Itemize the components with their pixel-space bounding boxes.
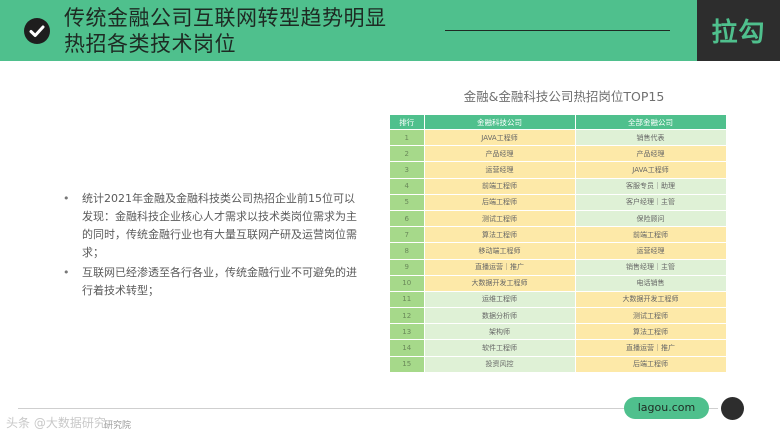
fintech-cell: 运营经理: [424, 161, 576, 179]
table-row: 3 运营经理 JAVA工程师: [390, 161, 727, 179]
all-finance-cell: 运营经理: [575, 242, 727, 259]
bullet-dot-icon: •: [63, 192, 70, 205]
table-row: 11 运维工程师 大数据开发工程师: [390, 290, 727, 308]
bullet-list: • 统计2021年金融及金融科技类公司热招企业前15位可以发现：金融科技企业核心人…: [60, 190, 360, 302]
ranking-table: 排行 金融科技公司 全部金融公司 1 JAVA工程师 销售代表 2 产品经理 产品经理 3 运…: [390, 115, 727, 372]
fintech-cell: 前端工程师: [424, 177, 576, 195]
footer-dot-icon: [721, 397, 744, 420]
fintech-cell: 移动端工程师: [424, 242, 576, 259]
page-title: 传统金融公司互联网转型趋势明显 热招各类技术岗位: [64, 5, 424, 57]
table-row: 6 测试工程师 保险顾问: [390, 209, 727, 227]
check-circle-icon: [24, 18, 50, 44]
rank-cell: 8: [390, 242, 425, 259]
brand-logo: 拉勾: [697, 0, 780, 61]
site-url-badge[interactable]: lagou.com: [624, 397, 709, 419]
fintech-cell: 测试工程师: [424, 209, 576, 227]
all-finance-cell: 电话销售: [575, 274, 727, 292]
fintech-cell: 产品经理: [424, 145, 576, 162]
fintech-cell: 运维工程师: [424, 290, 576, 308]
table-row: 4 前端工程师 客服专员｜助理: [390, 177, 727, 195]
header-bar: 传统金融公司互联网转型趋势明显 热招各类技术岗位 拉勾: [0, 0, 780, 61]
all-finance-cell: 测试工程师: [575, 307, 727, 324]
table-row: 15 投资风控 后端工程师: [390, 355, 727, 372]
bullet-item: • 统计2021年金融及金融科技类公司热招企业前15位可以发现：金融科技企业核心人…: [60, 190, 360, 262]
fintech-cell: 直播运营｜推广: [424, 258, 576, 276]
all-finance-cell: 客户经理｜主管: [575, 193, 727, 211]
page-title-line2: 热招各类技术岗位: [64, 32, 236, 56]
rank-cell: 4: [390, 177, 425, 195]
table-row: 8 移动端工程师 运营经理: [390, 242, 727, 259]
all-finance-cell: 后端工程师: [575, 355, 727, 372]
rank-cell: 10: [390, 274, 425, 292]
rank-cell: 12: [390, 307, 425, 324]
title-underline: [445, 30, 670, 31]
fintech-cell: 后端工程师: [424, 193, 576, 211]
rank-cell: 15: [390, 355, 425, 372]
rank-cell: 13: [390, 323, 425, 340]
all-finance-cell: 销售经理｜主管: [575, 258, 727, 276]
page-title-line1: 传统金融公司互联网转型趋势明显: [64, 6, 387, 30]
header-fintech: 金融科技公司: [424, 115, 576, 130]
all-finance-cell: 产品经理: [575, 145, 727, 162]
table-header-row: 排行 金融科技公司 全部金融公司: [390, 115, 727, 130]
bullet-item: • 互联网已经渗透至各行各业，传统金融行业不可避免的进行着技术转型；: [60, 264, 360, 300]
all-finance-cell: 前端工程师: [575, 226, 727, 243]
table-row: 10 大数据开发工程师 电话销售: [390, 274, 727, 292]
table-row: 12 数据分析师 测试工程师: [390, 307, 727, 324]
fintech-cell: 大数据开发工程师: [424, 274, 576, 292]
table-row: 14 软件工程师 直播运营｜推广: [390, 339, 727, 357]
fintech-cell: 数据分析师: [424, 307, 576, 324]
all-finance-cell: 客服专员｜助理: [575, 177, 727, 195]
bullet-text: 互联网已经渗透至各行各业，传统金融行业不可避免的进行着技术转型；: [82, 266, 357, 297]
fintech-cell: 投资风控: [424, 355, 576, 372]
all-finance-cell: 销售代表: [575, 128, 727, 146]
table-row: 5 后端工程师 客户经理｜主管: [390, 193, 727, 211]
table-title: 金融&金融科技公司热招岗位TOP15: [463, 89, 665, 104]
footer-credit: 研究院: [104, 421, 132, 431]
all-finance-cell: 保险顾问: [575, 209, 727, 227]
table-row: 9 直播运营｜推广 销售经理｜主管: [390, 258, 727, 276]
brand-logo-text: 拉勾: [711, 18, 766, 48]
all-finance-cell: 直播运营｜推广: [575, 339, 727, 357]
header-rank: 排行: [390, 115, 425, 130]
bullet-text: 统计2021年金融及金融科技类公司热招企业前15位可以发现：金融科技企业核心人才…: [82, 192, 357, 259]
rank-cell: 6: [390, 209, 425, 227]
all-finance-cell: 算法工程师: [575, 323, 727, 340]
fintech-cell: JAVA工程师: [424, 128, 576, 146]
fintech-cell: 软件工程师: [424, 339, 576, 357]
fintech-cell: 架构师: [424, 323, 576, 340]
rank-cell: 5: [390, 193, 425, 211]
bullet-dot-icon: •: [63, 266, 70, 279]
rank-cell: 11: [390, 290, 425, 308]
table-row: 1 JAVA工程师 销售代表: [390, 128, 727, 146]
table-row: 2 产品经理 产品经理: [390, 145, 727, 162]
footer-divider: [18, 408, 718, 409]
table-row: 13 架构师 算法工程师: [390, 323, 727, 340]
header-all-finance: 全部金融公司: [575, 115, 727, 130]
rank-cell: 14: [390, 339, 425, 357]
rank-cell: 9: [390, 258, 425, 276]
watermark: 头条 @大数据研究: [6, 416, 106, 430]
rank-cell: 2: [390, 145, 425, 162]
rank-cell: 3: [390, 161, 425, 179]
rank-cell: 1: [390, 128, 425, 146]
all-finance-cell: 大数据开发工程师: [575, 290, 727, 308]
all-finance-cell: JAVA工程师: [575, 161, 727, 179]
table-row: 7 算法工程师 前端工程师: [390, 226, 727, 243]
fintech-cell: 算法工程师: [424, 226, 576, 243]
rank-cell: 7: [390, 226, 425, 243]
